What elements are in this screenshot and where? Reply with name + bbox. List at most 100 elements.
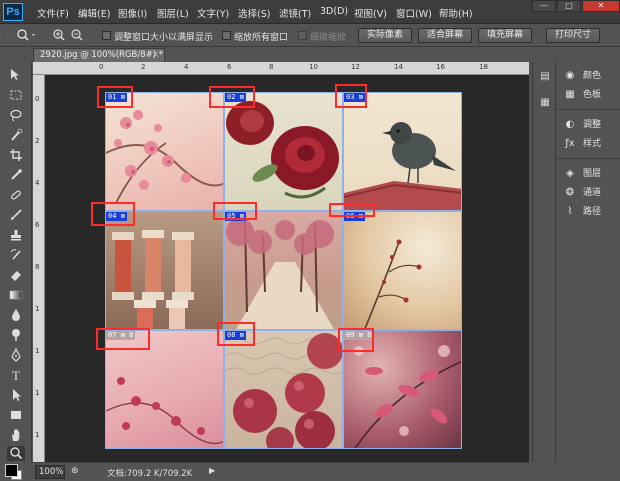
panel-label: 通道: [583, 188, 602, 198]
tools-panel: T: [0, 62, 32, 462]
tool-preset-picker[interactable]: [16, 28, 38, 45]
minimize-button[interactable]: —: [532, 0, 556, 12]
rectangle-marquee-icon: [10, 90, 22, 100]
panel-adjustments[interactable]: ◐ 调整: [563, 117, 601, 133]
document-tab[interactable]: 2920.jpg @ 100%(RGB/8#) * ×: [33, 48, 165, 62]
scrubby-zoom-label: 细微缩放: [310, 33, 347, 43]
path-selection-tool[interactable]: [7, 388, 25, 403]
actual-pixels-button[interactable]: 实际像素: [358, 28, 412, 43]
zoom-all-windows-checkbox[interactable]: [222, 31, 231, 40]
stamp-icon: [11, 230, 21, 241]
healing-brush-tool[interactable]: [7, 188, 25, 203]
slice-01-pink-blossoms[interactable]: [105, 92, 224, 211]
dodge-tool[interactable]: [7, 328, 25, 343]
lasso-tool[interactable]: [7, 108, 25, 123]
menu-file[interactable]: 文件(F): [37, 6, 69, 20]
slice-04-thread-spools[interactable]: [105, 211, 224, 330]
zoom-tool[interactable]: [7, 446, 25, 461]
document-size-info[interactable]: 文档:709.2 K/709.2K: [107, 467, 192, 479]
crop-tool[interactable]: [7, 148, 25, 163]
slice-02-red-roses[interactable]: [224, 92, 343, 211]
zoom-out-button[interactable]: [70, 28, 84, 45]
hand-icon: [12, 429, 20, 441]
horizontal-ruler[interactable]: 0 2 4 6 8 10 12 14 16 18: [33, 62, 529, 75]
menu-3d[interactable]: 3D(D): [320, 6, 348, 17]
history-panel-icon[interactable]: ▤: [538, 70, 552, 84]
scrubby-zoom-checkbox[interactable]: [298, 31, 307, 40]
blur-tool[interactable]: [7, 308, 25, 323]
gradient-tool[interactable]: [7, 288, 25, 303]
panel-label: 路径: [583, 207, 602, 217]
eyedropper-tool[interactable]: [7, 168, 25, 183]
eraser-icon: [11, 271, 21, 281]
hand-tool[interactable]: [7, 428, 25, 443]
document-tab-title: 2920.jpg @ 100%(RGB/8#) *: [40, 50, 163, 60]
panel-paths[interactable]: ⌇ 路径: [563, 204, 601, 220]
pen-tool[interactable]: [7, 347, 25, 363]
bandage-icon: [11, 190, 21, 200]
menu-edit[interactable]: 编辑(E): [78, 6, 110, 20]
slice-06-dry-twigs[interactable]: [343, 211, 462, 330]
foreground-color-front: [5, 464, 18, 477]
slice-08-apples[interactable]: [224, 330, 343, 449]
vertical-ruler[interactable]: 0 2 4 6 8 1 1 1 1: [33, 75, 45, 462]
roses-photo: [226, 101, 339, 199]
panel-layers[interactable]: ◈ 图层: [563, 166, 601, 182]
canvas-area[interactable]: 01 ⊠ 02 ⊠ 03 ⊠ 04 ⊠ 05 ⊠ 06 ⊠ 07 ⊠ 8 08 …: [45, 75, 529, 462]
quick-selection-tool[interactable]: [7, 128, 25, 143]
status-menu-arrow-icon[interactable]: ▶: [209, 466, 215, 475]
panel-swatches[interactable]: ▦ 色板: [563, 87, 601, 103]
spools-photo: [112, 230, 194, 329]
maximize-button[interactable]: □: [557, 0, 581, 12]
menu-type[interactable]: 文字(Y): [197, 6, 229, 20]
menu-select[interactable]: 选择(S): [238, 6, 270, 20]
print-size-button[interactable]: 打印尺寸: [546, 28, 600, 43]
menu-image[interactable]: 图像(I): [118, 6, 147, 20]
rectangle-tool[interactable]: [7, 408, 25, 423]
magnifier-icon: [17, 29, 35, 41]
clone-stamp-tool[interactable]: [7, 228, 25, 243]
menu-view[interactable]: 视图(V): [354, 6, 387, 20]
ruler-h-tick: 12: [351, 63, 360, 71]
panel-label: 颜色: [583, 71, 602, 81]
menu-help[interactable]: 帮助(H): [439, 6, 473, 20]
color-palette-icon: ◉: [565, 70, 575, 81]
panel-divider: [557, 158, 620, 159]
brush-tool[interactable]: [7, 208, 25, 223]
type-tool[interactable]: T: [7, 368, 25, 383]
fit-screen-button[interactable]: 适合屏幕: [418, 28, 472, 43]
history-brush-tool[interactable]: [7, 248, 25, 263]
highlight-box: [217, 322, 255, 346]
type-icon: T: [12, 368, 20, 383]
properties-panel-icon[interactable]: ▦: [538, 96, 552, 110]
resize-windows-checkbox[interactable]: [102, 31, 111, 40]
menu-filter[interactable]: 滤镜(T): [279, 6, 311, 20]
panel-color[interactable]: ◉ 颜色: [563, 68, 601, 84]
share-icon[interactable]: ⊛: [71, 466, 79, 476]
ruler-h-tick: 16: [436, 63, 445, 71]
fill-screen-button[interactable]: 填充屏幕: [478, 28, 532, 43]
panel-channels[interactable]: ❂ 通道: [563, 185, 601, 201]
slice-03-bird-on-roof[interactable]: [343, 92, 462, 211]
document-canvas[interactable]: 01 ⊠ 02 ⊠ 03 ⊠ 04 ⊠ 05 ⊠ 06 ⊠ 07 ⊠ 8 08 …: [91, 84, 462, 449]
eraser-tool[interactable]: [7, 268, 25, 283]
highlight-box: [213, 202, 257, 220]
menu-layer[interactable]: 图层(L): [157, 6, 189, 20]
close-window-button[interactable]: ✕: [582, 0, 620, 12]
photoshop-window: Ps 文件(F) 编辑(E) 图像(I) 图层(L) 文字(Y) 选择(S) 滤…: [0, 0, 620, 481]
ruler-v-tick: 1: [35, 347, 40, 355]
highlight-box: [329, 203, 375, 217]
marquee-tool[interactable]: [7, 88, 25, 103]
menubar: Ps 文件(F) 编辑(E) 图像(I) 图层(L) 文字(Y) 选择(S) 滤…: [0, 0, 620, 24]
zoom-in-button[interactable]: [52, 28, 66, 45]
move-tool[interactable]: [7, 68, 25, 83]
close-document-icon[interactable]: ×: [152, 49, 159, 62]
zoom-level-field[interactable]: 100%: [35, 465, 65, 479]
ruler-v-tick: 2: [35, 137, 40, 145]
slice-05-tree-path[interactable]: [224, 211, 343, 330]
pen-icon: [11, 347, 21, 362]
highlight-box: [338, 328, 374, 352]
panel-styles[interactable]: ƒx 样式: [563, 136, 601, 152]
ruler-v-tick: 1: [35, 305, 40, 313]
menu-window[interactable]: 窗口(W): [396, 6, 432, 20]
